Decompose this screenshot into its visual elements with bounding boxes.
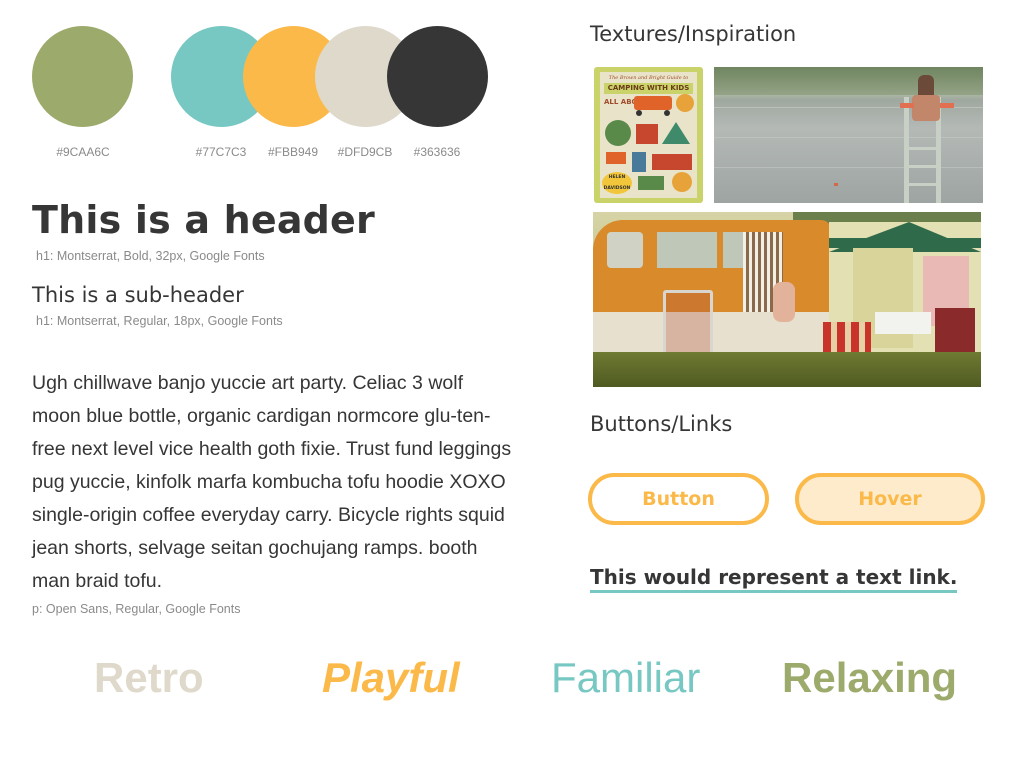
mood-word-relaxing: Relaxing [782, 654, 958, 701]
mood-word-playful: Playful [322, 654, 460, 701]
lake-photo [714, 67, 983, 203]
mood-word-retro: Retro [94, 654, 204, 701]
sample-header: This is a header [32, 198, 375, 242]
swatch-hex-label: #9CAA6C [56, 145, 110, 159]
swatch-green [32, 26, 133, 127]
book-title: CAMPING WITH KIDS [604, 83, 693, 94]
sample-text-link[interactable]: This would represent a text link. [590, 565, 958, 593]
header-font-note: h1: Montserrat, Bold, 32px, Google Fonts [36, 249, 265, 263]
paragraph-font-note: p: Open Sans, Regular, Google Fonts [32, 602, 241, 616]
buttons-title: Buttons/Links [590, 412, 733, 436]
book-cover-image: The Brown and Bright Guide to CAMPING WI… [594, 67, 703, 203]
swatch-hex-label: #363636 [413, 145, 461, 159]
book-top-text: The Brown and Bright Guide to [608, 75, 689, 81]
subheader-font-note: h1: Montserrat, Regular, 18px, Google Fo… [36, 314, 283, 328]
hover-state-button[interactable]: Hover [795, 473, 985, 525]
camper-van-photo [593, 212, 981, 387]
book-author: HELEN DAVIDSON [602, 172, 632, 194]
mood-word-familiar: Familiar [551, 654, 701, 701]
sample-subheader: This is a sub-header [32, 283, 244, 307]
textures-title: Textures/Inspiration [590, 22, 797, 46]
sample-paragraph: Ugh chillwave banjo yuccie art party. Ce… [32, 372, 512, 592]
swatch-charcoal [387, 26, 488, 127]
primary-button[interactable]: Button [588, 473, 769, 525]
